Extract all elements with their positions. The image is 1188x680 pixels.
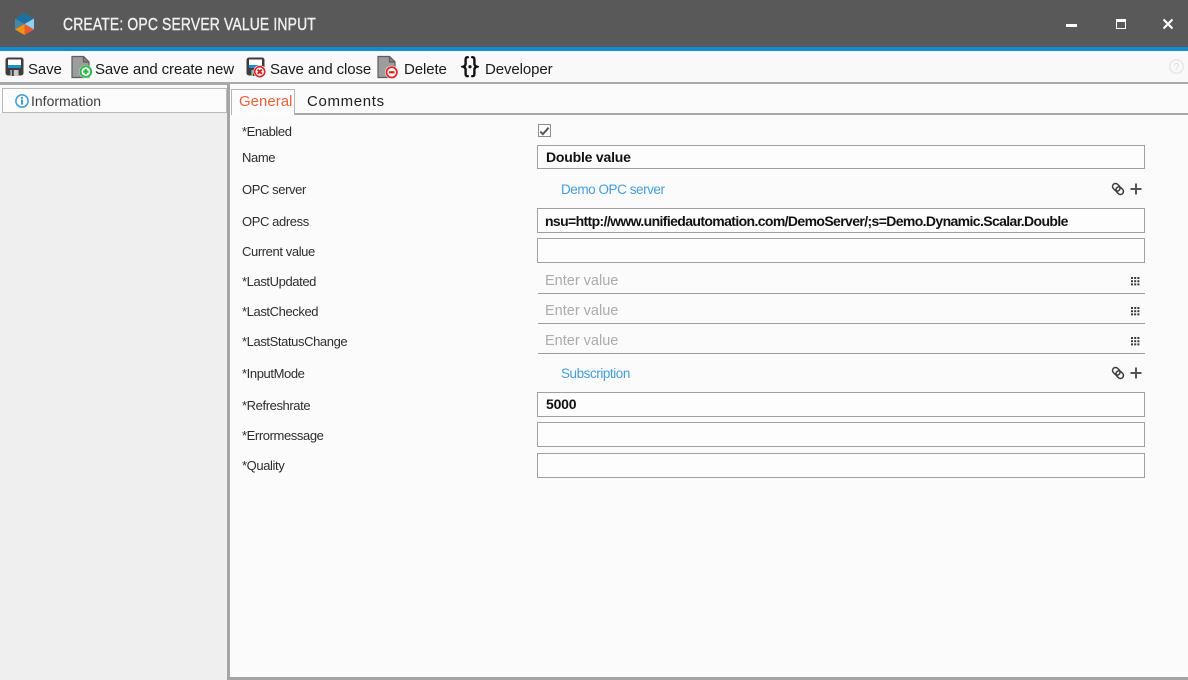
svg-text:?: ?: [1174, 61, 1180, 73]
